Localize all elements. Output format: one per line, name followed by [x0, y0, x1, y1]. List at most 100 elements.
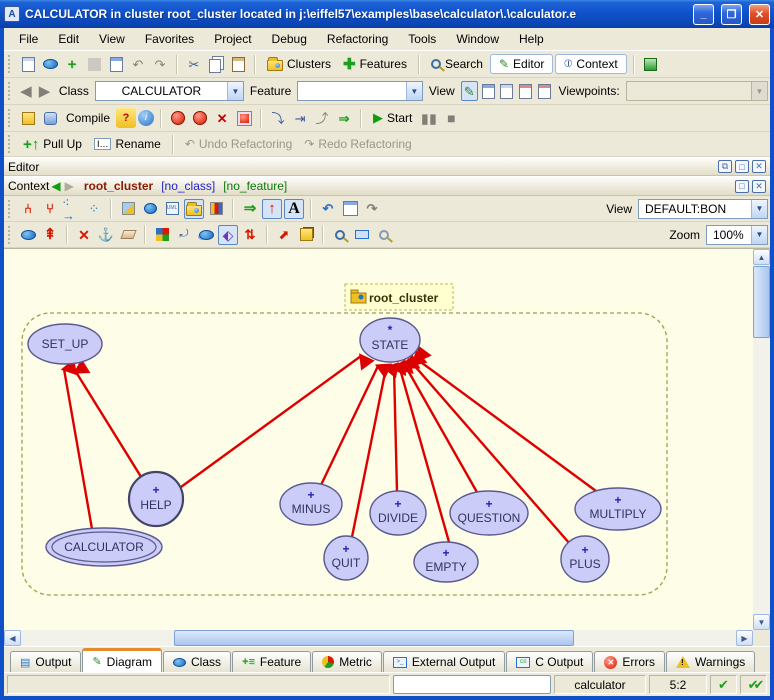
toolbar-grip[interactable] [8, 109, 13, 127]
menu-refactoring[interactable]: Refactoring [318, 29, 397, 49]
horizontal-scrollbar[interactable]: ◀ ▶ [4, 630, 753, 646]
diagram-node-multiply[interactable]: + MULTIPLY [575, 488, 661, 530]
maximize-pane-icon[interactable]: □ [735, 180, 749, 193]
export-png-icon[interactable] [118, 199, 138, 219]
zoom-combobox[interactable]: 100% ▼ [706, 225, 768, 245]
status-input[interactable] [393, 675, 551, 694]
flat-view-icon[interactable] [498, 81, 515, 101]
scroll-up-button[interactable]: ▲ [753, 249, 770, 265]
tab-output[interactable]: ▤ Output [10, 651, 81, 672]
diagram-node-plus[interactable]: + PLUS [561, 536, 609, 582]
link-tool-icon[interactable]: ⬈ [274, 225, 294, 245]
class-combobox[interactable]: CALCULATOR ▼ [95, 81, 244, 101]
undock-icon[interactable]: ⧉ [718, 160, 732, 173]
diagram-node-help[interactable]: + HELP [129, 472, 183, 526]
toolbar-grip[interactable] [8, 226, 13, 244]
menu-debug[interactable]: Debug [263, 29, 316, 49]
diagram-undo-icon[interactable]: ↶ [318, 199, 338, 219]
cut-icon[interactable]: ✂ [184, 54, 204, 74]
inheritance-links-icon[interactable]: ⑃ [18, 199, 38, 219]
context-no-class[interactable]: [no_class] [161, 179, 215, 193]
cluster-view-icon[interactable] [184, 199, 204, 219]
chevron-down-icon[interactable]: ▼ [751, 200, 767, 218]
toolbar-grip[interactable] [8, 135, 13, 153]
tab-c-output[interactable]: c≡ C Output [506, 651, 593, 672]
vertical-scroll-thumb[interactable] [753, 266, 770, 338]
viewpoints-combobox[interactable]: ▼ [626, 81, 768, 101]
class-oval-icon[interactable] [40, 54, 60, 74]
run-to-cursor-icon[interactable]: ⇒ [334, 108, 354, 128]
clickable-view-icon[interactable] [480, 81, 497, 101]
clusters-button[interactable]: Clusters [262, 55, 336, 73]
undo-icon[interactable]: ↶ [128, 54, 148, 74]
diagram-node-calculator[interactable]: CALCULATOR [46, 528, 162, 566]
cluster-tag[interactable]: root_cluster [345, 284, 453, 310]
toolbar-grip[interactable] [8, 200, 13, 218]
sort-icon[interactable]: ⇅ [240, 225, 260, 245]
tab-class[interactable]: Class [163, 651, 231, 672]
eraser-icon[interactable] [118, 225, 138, 245]
history-back-icon[interactable]: ◀ [51, 179, 60, 193]
new-document-icon[interactable] [18, 54, 38, 74]
pause-icon[interactable]: ▮▮ [419, 108, 439, 128]
save-all-icon[interactable] [106, 54, 126, 74]
pull-up-button[interactable]: +↑ Pull Up [18, 134, 87, 155]
start-button[interactable]: ▶ Start [368, 108, 417, 128]
text-tool-icon[interactable]: A [284, 199, 304, 219]
diagram-node-divide[interactable]: + DIVIDE [370, 491, 426, 535]
redo-icon[interactable]: ↷ [150, 54, 170, 74]
debug-stop-icon[interactable]: ✕ [212, 108, 232, 128]
zoom-in-icon[interactable] [330, 225, 350, 245]
chevron-down-icon[interactable]: ▼ [227, 82, 243, 100]
horizontal-scroll-thumb[interactable] [174, 630, 574, 646]
scroll-left-button[interactable]: ◀ [4, 630, 21, 646]
undo-refactoring-button[interactable]: ↶ Undo Refactoring [180, 135, 297, 153]
step-out-icon[interactable]: ⤴ [312, 108, 332, 128]
close-button[interactable]: ✕ [749, 4, 770, 25]
zoom-out-icon[interactable] [374, 225, 394, 245]
editor-toggle-button[interactable]: ✎ Editor [490, 54, 553, 74]
paste-icon[interactable] [228, 54, 248, 74]
scroll-down-button[interactable]: ▼ [753, 614, 770, 630]
dots-toggle-icon[interactable]: ⁘ [84, 199, 104, 219]
vertical-scrollbar[interactable]: ▲ ▼ [753, 249, 770, 630]
diagram-node-minus[interactable]: + MINUS [280, 483, 342, 525]
tab-diagram[interactable]: ✎ Diagram [82, 648, 162, 672]
debug-run-icon[interactable] [168, 108, 188, 128]
tab-external-output[interactable]: >_ External Output [383, 651, 505, 672]
tab-warnings[interactable]: ! Warnings [666, 651, 755, 672]
feature-combobox[interactable]: ▼ [297, 81, 423, 101]
diagram-node-quit[interactable]: + QUIT [324, 536, 368, 580]
layout-icon[interactable] [206, 199, 226, 219]
diagram-redo-icon[interactable]: ↷ [362, 199, 382, 219]
history-forward-icon[interactable]: ▶ [65, 179, 74, 193]
maximize-pane-icon[interactable]: □ [735, 160, 749, 173]
menu-view[interactable]: View [90, 29, 134, 49]
interface-view-icon[interactable] [536, 81, 553, 101]
menu-project[interactable]: Project [205, 29, 260, 49]
question-icon[interactable]: ? [116, 108, 136, 128]
new-class-icon[interactable] [18, 225, 38, 245]
scroll-right-button[interactable]: ▶ [736, 630, 753, 646]
debug-run-new-icon[interactable] [190, 108, 210, 128]
context-no-feature[interactable]: [no_feature] [223, 179, 287, 193]
tab-feature[interactable]: +≡ Feature [232, 651, 311, 672]
cluster-shade-icon[interactable] [196, 225, 216, 245]
rename-button[interactable]: I… Rename [89, 135, 166, 153]
unanchor-icon[interactable]: ⚓ [96, 225, 116, 245]
diagram-node-empty[interactable]: + EMPTY [414, 542, 478, 582]
context-toggle-button[interactable]: ⦶ Context [555, 54, 626, 74]
fit-to-screen-icon[interactable] [352, 225, 372, 245]
step-over-icon[interactable]: ⇥ [290, 108, 310, 128]
diagram-canvas[interactable]: root_cluster SET_UP [4, 248, 770, 646]
search-button[interactable]: Search [426, 55, 488, 73]
diagram-node-set-up[interactable]: SET_UP [28, 324, 102, 364]
rotate-icon[interactable]: ⤾ [174, 225, 194, 245]
diagram-view-combobox[interactable]: DEFAULT:BON ▼ [638, 199, 768, 219]
close-pane-icon[interactable]: ✕ [752, 180, 766, 193]
info-icon[interactable]: i [138, 110, 154, 126]
delete-icon[interactable]: ✕ [74, 225, 94, 245]
close-pane-icon[interactable]: ✕ [752, 160, 766, 173]
stop-icon[interactable]: ■ [441, 108, 461, 128]
step-into-icon[interactable]: ⤵ [268, 108, 288, 128]
